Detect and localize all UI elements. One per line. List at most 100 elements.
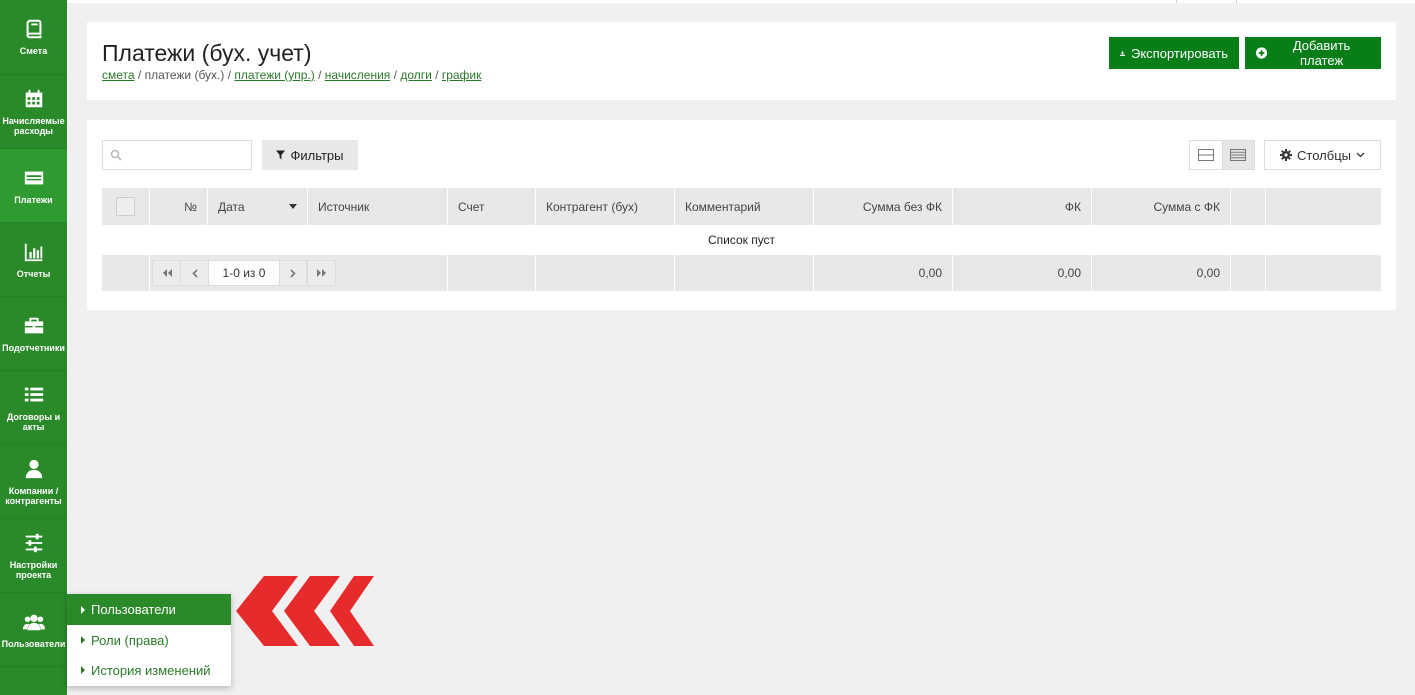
detailed-view-icon xyxy=(1230,149,1247,161)
search-icon xyxy=(110,149,122,161)
sidebar-item-payments[interactable]: Платежи xyxy=(0,149,67,223)
add-payment-button[interactable]: Добавить платеж xyxy=(1245,37,1381,69)
empty-state-row: Список пуст xyxy=(102,225,1381,255)
column-header-actions xyxy=(1266,188,1381,225)
view-detailed-button[interactable] xyxy=(1221,141,1254,169)
column-header-fk[interactable]: ФК xyxy=(953,188,1092,225)
sidebar-label: Договоры и акты xyxy=(6,411,61,432)
sort-desc-icon xyxy=(289,204,297,209)
filters-button[interactable]: Фильтры xyxy=(262,140,358,170)
caret-right-icon xyxy=(81,636,85,644)
next-page-button[interactable] xyxy=(279,261,307,285)
page-title: Платежи (бух. учет) xyxy=(102,40,312,66)
sidebar-item-accountable[interactable]: Подотчетники xyxy=(0,297,67,371)
download-icon xyxy=(1120,50,1125,56)
pager-info: 1-0 из 0 xyxy=(209,261,279,285)
chevron-down-icon xyxy=(1356,152,1365,158)
column-header-date[interactable]: Дата xyxy=(208,188,308,225)
search-box xyxy=(102,140,252,170)
prev-page-button[interactable] xyxy=(181,261,209,285)
caret-right-icon xyxy=(81,666,85,674)
empty-state-text: Список пуст xyxy=(707,233,776,247)
pager: 1-0 из 0 xyxy=(152,260,336,286)
columns-button-label: Столбцы xyxy=(1297,147,1351,163)
briefcase-icon xyxy=(24,317,43,333)
chevron-right-icon xyxy=(290,268,296,278)
column-header-sum-without-fk[interactable]: Сумма без ФК xyxy=(814,188,953,225)
flyout-item-history[interactable]: История изменений xyxy=(67,655,231,685)
footer-cell xyxy=(448,255,536,291)
payments-panel: Фильтры Столбцы № Дата Источник Счет Кон… xyxy=(87,120,1396,310)
page-header: Платежи (бух. учет) смета / платежи (бух… xyxy=(87,22,1396,100)
column-header-comment[interactable]: Комментарий xyxy=(675,188,814,225)
add-payment-button-label: Добавить платеж xyxy=(1292,38,1351,68)
double-chevron-left-icon xyxy=(162,269,172,277)
breadcrumb-smeta-link[interactable]: смета xyxy=(102,68,135,82)
breadcrumb-current: платежи (бух.) xyxy=(144,68,225,82)
footer-cell xyxy=(675,255,814,291)
pager-cell: 1-0 из 0 xyxy=(150,255,448,291)
flyout-item-roles[interactable]: Роли (права) xyxy=(67,625,231,655)
sidebar-item-accrued-expenses[interactable]: Начисляемые расходы xyxy=(0,75,67,149)
footer-cell xyxy=(102,255,150,291)
view-compact-button[interactable] xyxy=(1190,141,1222,169)
columns-button[interactable]: Столбцы xyxy=(1264,140,1381,170)
sidebar-item-users[interactable]: Пользователи xyxy=(0,593,67,667)
breadcrumb-separator: / xyxy=(134,68,145,82)
total-sum-with-fk: 0,00 xyxy=(1092,255,1231,291)
breadcrumb-payments-upr-link[interactable]: платежи (упр.) xyxy=(234,68,314,82)
column-header-account[interactable]: Счет xyxy=(448,188,536,225)
footer-cell xyxy=(1266,255,1381,291)
column-header-counterparty[interactable]: Контрагент (бух) xyxy=(536,188,675,225)
table-header-row: № Дата Источник Счет Контрагент (бух) Ко… xyxy=(102,188,1381,225)
flyout-item-label: История изменений xyxy=(91,662,211,678)
column-header-source[interactable]: Источник xyxy=(308,188,448,225)
double-chevron-right-icon xyxy=(316,269,326,277)
breadcrumb-debts-link[interactable]: долги xyxy=(400,68,432,82)
sidebar-item-project-settings[interactable]: Настройки проекта xyxy=(0,519,67,593)
sidebar-label: Подотчетники xyxy=(2,342,65,353)
sidebar-item-smeta[interactable]: Смета xyxy=(0,0,67,75)
last-page-button[interactable] xyxy=(307,261,335,285)
column-header-sum-with-fk[interactable]: Сумма с ФК xyxy=(1092,188,1231,225)
users-icon xyxy=(22,614,45,630)
select-all-checkbox[interactable] xyxy=(116,197,135,216)
first-page-button[interactable] xyxy=(153,261,181,285)
sidebar: Смета Начисляемые расходы Платежи Отчеты… xyxy=(0,0,67,695)
payments-table: № Дата Источник Счет Контрагент (бух) Ко… xyxy=(102,188,1381,291)
sidebar-label: Компании / контрагенты xyxy=(5,485,62,506)
sidebar-label: Начисляемые расходы xyxy=(2,115,65,136)
sliders-icon xyxy=(25,533,42,552)
column-header-date-label: Дата xyxy=(218,199,245,214)
breadcrumb-separator: / xyxy=(314,68,325,82)
breadcrumb-separator: / xyxy=(431,68,442,82)
sidebar-label: Отчеты xyxy=(16,268,51,279)
sidebar-item-reports[interactable]: Отчеты xyxy=(0,223,67,297)
breadcrumb-separator: / xyxy=(390,68,401,82)
sidebar-label: Платежи xyxy=(14,194,53,205)
footer-cell xyxy=(536,255,675,291)
breadcrumb-schedule-link[interactable]: график xyxy=(442,68,482,82)
list-icon xyxy=(24,387,43,401)
footer-cell xyxy=(1231,255,1266,291)
select-all-cell xyxy=(102,188,150,225)
bar-chart-icon xyxy=(24,243,42,261)
view-toggle xyxy=(1189,140,1255,170)
sidebar-label: Настройки проекта xyxy=(9,559,58,580)
column-header-number[interactable]: № xyxy=(150,188,208,225)
sidebar-item-companies[interactable]: Компании / контрагенты xyxy=(0,445,67,519)
calendar-icon xyxy=(25,89,42,107)
breadcrumb-accruals-link[interactable]: начисления xyxy=(325,68,391,82)
export-button[interactable]: Экспортировать xyxy=(1109,37,1239,69)
search-input[interactable] xyxy=(127,141,249,169)
flyout-item-users[interactable]: Пользователи xyxy=(67,594,231,625)
total-sum-without-fk: 0,00 xyxy=(814,255,953,291)
flyout-item-label: Роли (права) xyxy=(91,632,169,648)
book-icon xyxy=(26,19,41,39)
gear-icon xyxy=(1280,149,1293,161)
credit-card-icon xyxy=(24,171,43,184)
sidebar-item-contracts[interactable]: Договоры и акты xyxy=(0,371,67,445)
breadcrumb: смета / платежи (бух.) / платежи (упр.) … xyxy=(102,68,481,82)
total-fk: 0,00 xyxy=(953,255,1092,291)
export-button-label: Экспортировать xyxy=(1131,45,1228,61)
